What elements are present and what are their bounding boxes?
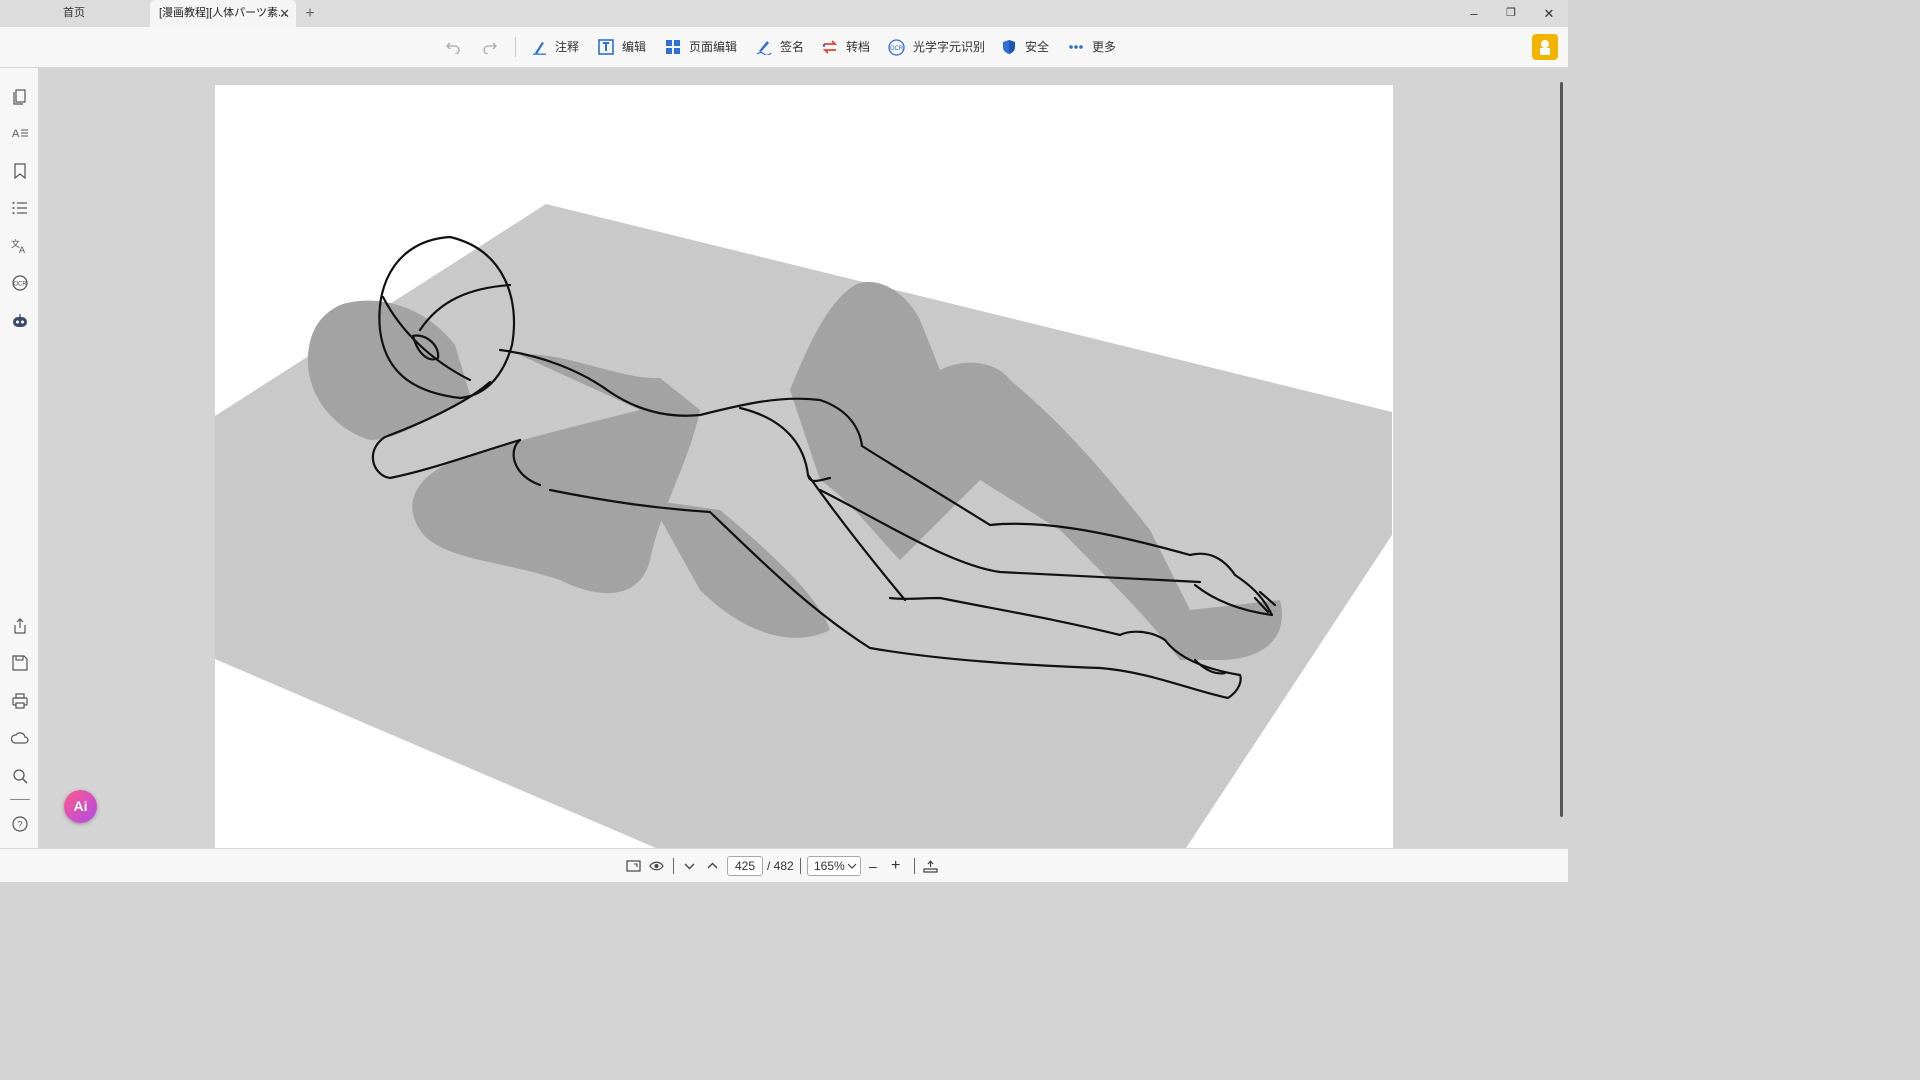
read-mode-icon[interactable] xyxy=(649,859,664,873)
edit-button[interactable]: 编辑 xyxy=(598,36,646,58)
close-tab-icon[interactable]: ✕ xyxy=(279,0,290,27)
share-icon[interactable] xyxy=(11,617,29,635)
help-icon[interactable]: ? xyxy=(11,815,29,833)
manga-figure-illustration xyxy=(215,204,1392,848)
ocr-label: 光学字元识别 xyxy=(913,40,986,54)
next-page-icon[interactable] xyxy=(683,860,696,872)
page-edit-button[interactable]: 页面编辑 xyxy=(665,36,737,58)
ocr-side-icon[interactable]: OCR xyxy=(11,274,29,292)
annotate-label: 注释 xyxy=(555,40,580,54)
sign-label: 签名 xyxy=(780,40,805,54)
user-account-button[interactable] xyxy=(1532,34,1558,60)
search-icon[interactable] xyxy=(11,767,29,785)
redo-icon xyxy=(483,42,497,54)
outline-icon[interactable] xyxy=(11,199,29,217)
ai-assistant-button[interactable]: Ai xyxy=(64,790,97,823)
user-lock-icon xyxy=(1540,40,1550,55)
undo-button[interactable] xyxy=(446,36,468,58)
fit-page-icon[interactable] xyxy=(626,859,641,873)
window-close-button[interactable]: ✕ xyxy=(1531,0,1567,27)
signature-icon xyxy=(756,41,772,55)
shield-icon xyxy=(1003,40,1015,54)
zoom-out-button[interactable]: – xyxy=(869,857,877,875)
tab-document[interactable]: [漫画教程][人体パーツ素... ✕ xyxy=(150,0,296,27)
ocr-button[interactable]: OCR 光学字元识别 xyxy=(888,36,985,58)
svg-text:OCR: OCR xyxy=(13,282,27,288)
document-page xyxy=(215,85,1393,848)
save-icon[interactable] xyxy=(11,654,29,672)
translate-icon[interactable]: 文A xyxy=(11,237,29,255)
convert-label: 转档 xyxy=(846,40,871,54)
page-number-input[interactable]: 425 xyxy=(727,856,763,876)
sidebar-divider xyxy=(10,799,30,800)
robot-icon[interactable] xyxy=(11,312,29,330)
security-label: 安全 xyxy=(1025,40,1050,54)
convert-icon xyxy=(822,40,838,54)
zoom-value: 165% xyxy=(814,859,845,873)
tab-document-label: [漫画教程][人体パーツ素... xyxy=(159,7,288,19)
undo-icon xyxy=(446,42,460,54)
page-edit-label: 页面编辑 xyxy=(689,40,738,54)
pages-icon[interactable] xyxy=(11,87,29,105)
svg-text:A: A xyxy=(19,245,25,255)
tab-home[interactable]: 首页 xyxy=(0,0,148,27)
cloud-icon[interactable] xyxy=(11,729,29,747)
previous-page-icon[interactable] xyxy=(706,860,719,872)
tab-bar: 首页 [漫画教程][人体パーツ素... ✕ + – ❐ ✕ xyxy=(0,0,1568,27)
more-dots-icon xyxy=(1069,45,1083,49)
bookmark-icon[interactable] xyxy=(11,162,29,180)
left-sidebar: A 文A OCR ? xyxy=(0,68,39,848)
pen-icon xyxy=(533,41,546,55)
restore-button[interactable]: ❐ xyxy=(1493,0,1529,27)
svg-text:?: ? xyxy=(17,820,22,830)
scan-icon[interactable] xyxy=(923,859,938,873)
convert-button[interactable]: 转档 xyxy=(822,36,870,58)
print-icon[interactable] xyxy=(11,692,29,710)
annotate-button[interactable]: 注释 xyxy=(532,36,579,58)
zoom-in-button[interactable]: + xyxy=(891,857,900,875)
redo-button[interactable] xyxy=(483,36,505,58)
total-pages: / 482 xyxy=(767,859,794,873)
vertical-scrollbar[interactable] xyxy=(1560,82,1563,817)
zoom-select[interactable]: 165% xyxy=(807,856,861,876)
chevron-down-icon xyxy=(847,863,857,869)
sign-button[interactable]: 签名 xyxy=(756,36,804,58)
svg-text:A: A xyxy=(12,128,20,140)
grid-icon xyxy=(666,40,680,54)
more-button[interactable]: 更多 xyxy=(1068,36,1116,58)
edit-text-icon xyxy=(598,39,614,55)
status-bar: 425 / 482 165% – + xyxy=(0,848,1568,882)
security-button[interactable]: 安全 xyxy=(1001,36,1049,58)
minimize-button[interactable]: – xyxy=(1456,0,1492,27)
svg-text:OCR: OCR xyxy=(890,46,904,52)
main-toolbar: 注释 编辑 页面编辑 签名 转档 OCR 光学字元识别 安全 更多 xyxy=(0,27,1568,68)
text-icon[interactable]: A xyxy=(11,124,29,142)
new-tab-button[interactable]: + xyxy=(300,0,320,27)
ocr-icon: OCR xyxy=(888,38,905,56)
edit-label: 编辑 xyxy=(622,40,647,54)
more-label: 更多 xyxy=(1092,40,1117,54)
